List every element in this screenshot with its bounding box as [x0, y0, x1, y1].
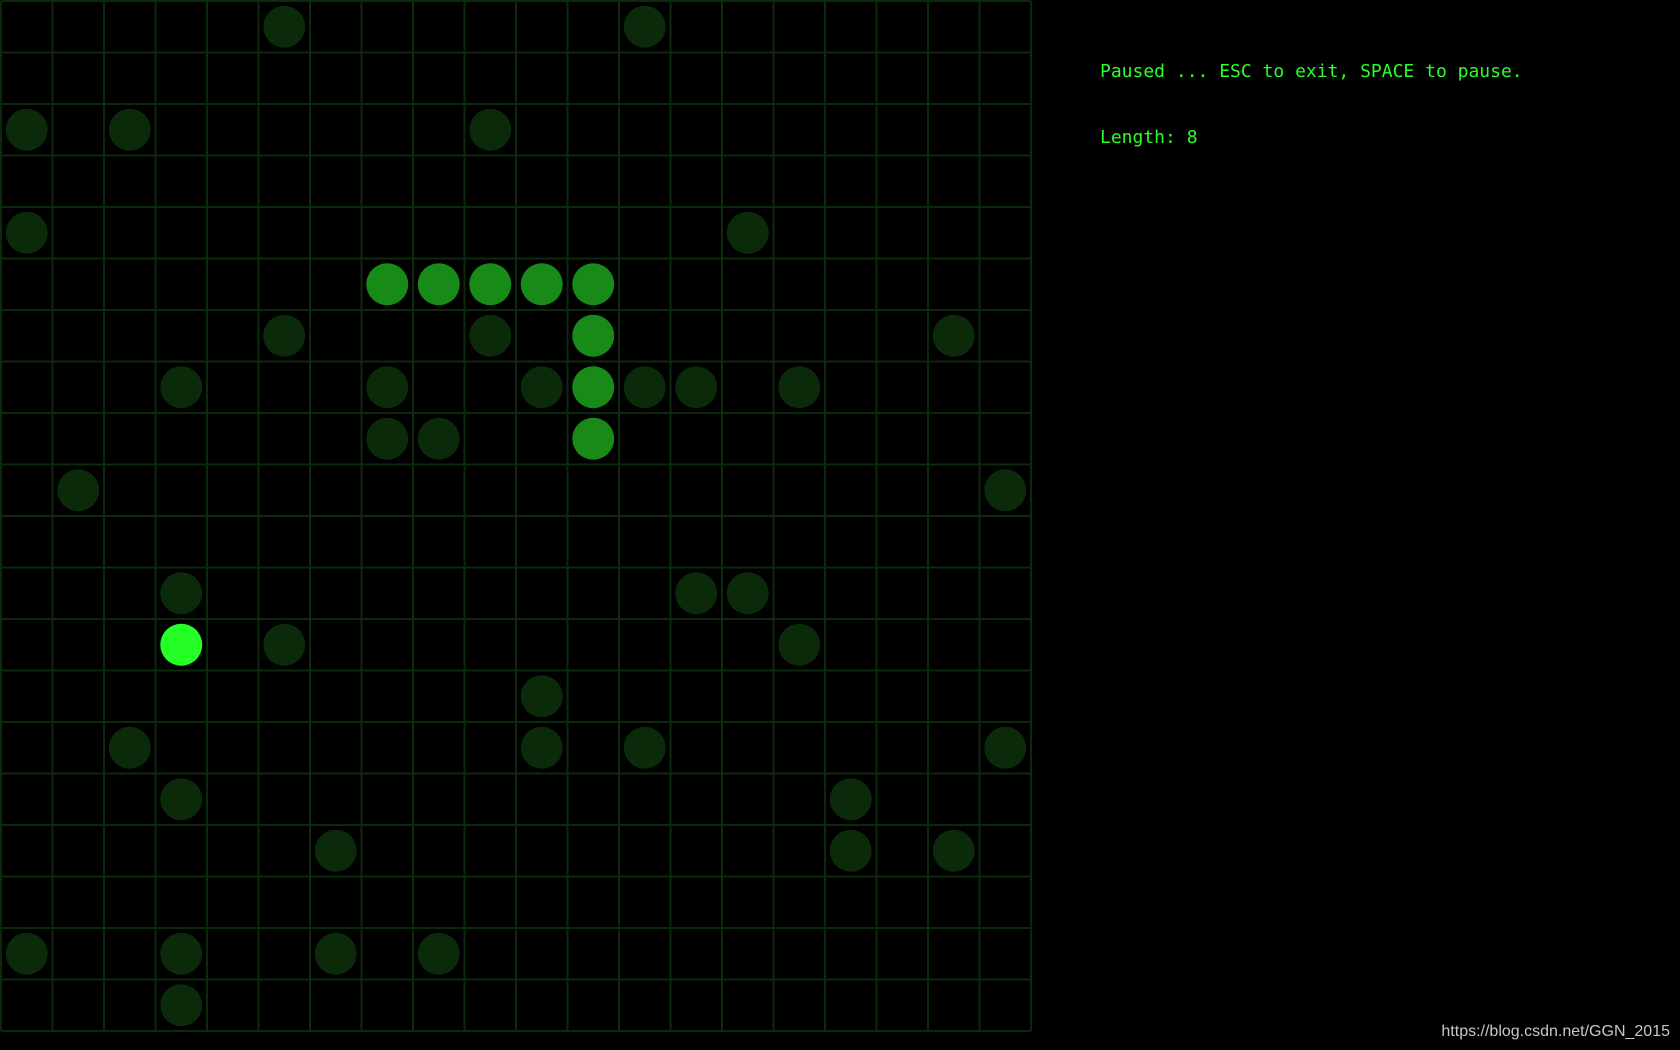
obstacle-dot: [778, 623, 821, 666]
obstacle-dot: [417, 417, 460, 460]
obstacle-dot: [5, 108, 48, 151]
obstacle-dot: [314, 829, 357, 872]
obstacle-dot: [520, 675, 563, 718]
snake-segment: [572, 314, 615, 357]
obstacle-dot: [520, 366, 563, 409]
obstacle-dot: [932, 829, 975, 872]
obstacle-dot: [469, 314, 512, 357]
obstacle-dot: [263, 623, 306, 666]
obstacle-dot: [160, 366, 203, 409]
obstacle-dot: [675, 572, 718, 615]
watermark: https://blog.csdn.net/GGN_2015: [1441, 1023, 1670, 1040]
obstacle-dot: [314, 932, 357, 975]
obstacle-dot: [829, 829, 872, 872]
obstacle-dot: [366, 366, 409, 409]
obstacle-dot: [984, 469, 1027, 512]
obstacle-dot: [675, 366, 718, 409]
obstacle-dot: [984, 726, 1027, 769]
obstacle-dot: [520, 726, 563, 769]
food-dot: [160, 623, 203, 666]
status-panel: Paused ... ESC to exit, SPACE to pause. …: [1100, 17, 1523, 171]
obstacle-dot: [160, 932, 203, 975]
obstacle-dot: [160, 984, 203, 1027]
snake-head: [572, 417, 615, 460]
game-board: [0, 0, 1032, 1032]
obstacle-dot: [263, 314, 306, 357]
obstacle-dot: [417, 932, 460, 975]
obstacle-dot: [623, 366, 666, 409]
pause-message: Paused ... ESC to exit, SPACE to pause.: [1100, 61, 1523, 82]
obstacle-dot: [263, 5, 306, 48]
obstacle-dot: [108, 108, 151, 151]
obstacle-dot: [160, 778, 203, 821]
snake-segment: [417, 263, 460, 306]
obstacle-dot: [108, 726, 151, 769]
obstacle-dot: [778, 366, 821, 409]
obstacle-dot: [932, 314, 975, 357]
obstacle-dot: [469, 108, 512, 151]
obstacle-dot: [726, 211, 769, 254]
obstacle-dot: [5, 211, 48, 254]
snake-segment: [366, 263, 409, 306]
obstacle-dot: [57, 469, 100, 512]
obstacle-dot: [726, 572, 769, 615]
obstacle-dot: [160, 572, 203, 615]
obstacle-dot: [366, 417, 409, 460]
snake-segment: [572, 263, 615, 306]
obstacle-dot: [623, 5, 666, 48]
obstacle-dot: [829, 778, 872, 821]
snake-length: Length: 8: [1100, 127, 1198, 148]
snake-segment: [520, 263, 563, 306]
grid-lines: [0, 0, 1032, 1032]
snake-segment: [469, 263, 512, 306]
snake-segment: [572, 366, 615, 409]
obstacle-dot: [623, 726, 666, 769]
obstacle-dot: [5, 932, 48, 975]
